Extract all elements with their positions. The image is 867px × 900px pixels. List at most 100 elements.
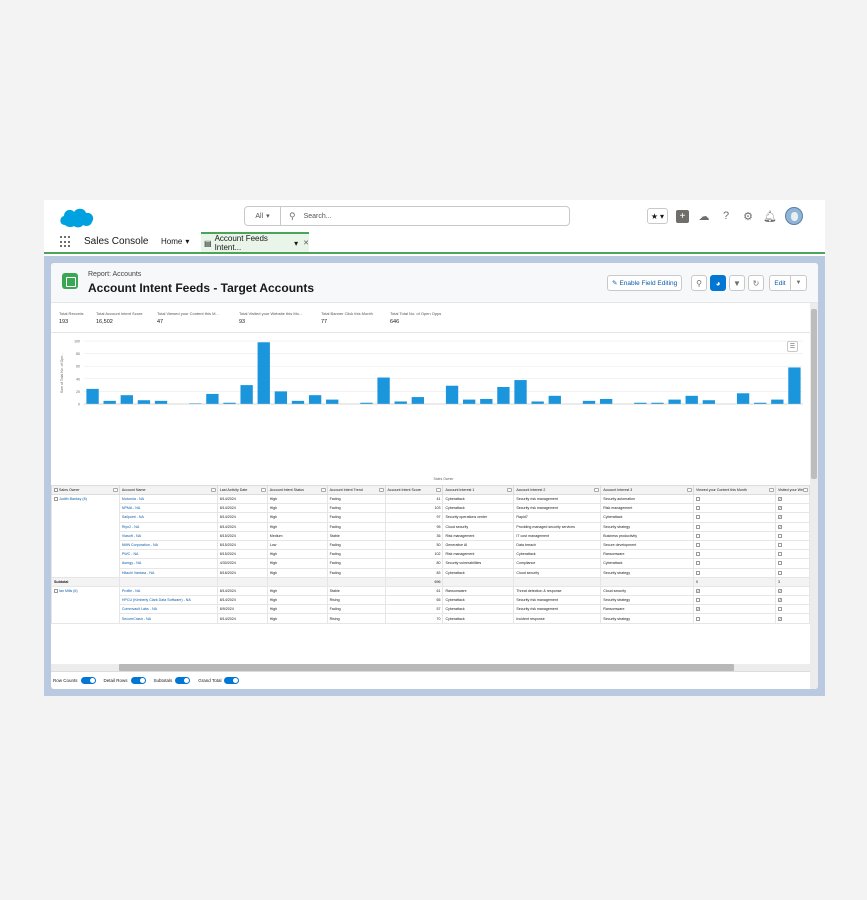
app-launcher-icon[interactable] <box>60 236 72 248</box>
toggle-switch[interactable] <box>130 677 146 684</box>
checkbox[interactable]: ✓ <box>777 506 782 511</box>
chart-toggle-button[interactable]: ◕ <box>710 275 726 291</box>
edit-menu-button[interactable]: ▼ <box>791 275 807 291</box>
account-name-link[interactable]: Sailpoint - NA <box>118 512 218 523</box>
row-checkbox[interactable] <box>54 497 58 502</box>
column-header[interactable]: Last Activity Date <box>216 485 268 495</box>
column-header[interactable]: Account Intent Score <box>384 485 444 495</box>
account-name-link[interactable]: Profile - NA <box>118 585 218 597</box>
checkbox[interactable] <box>777 561 782 566</box>
column-menu-icon[interactable] <box>260 488 266 492</box>
account-name-link[interactable]: Rlyn2 - NA <box>118 521 218 532</box>
vertical-scrollbar-thumb[interactable] <box>811 309 817 479</box>
subtotals-toggle[interactable]: Subtotals <box>154 677 191 684</box>
filter-button[interactable]: ▼ <box>729 275 745 291</box>
checkbox[interactable]: ✓ <box>777 616 782 621</box>
checkbox[interactable]: ✓ <box>777 524 782 529</box>
checkbox[interactable]: ✓ <box>777 588 782 593</box>
refresh-button[interactable]: ↻ <box>748 275 764 291</box>
enable-field-editing-button[interactable]: ✎ Enable Field Editing <box>607 275 683 291</box>
checkbox[interactable] <box>696 598 701 603</box>
add-icon[interactable]: + <box>676 209 689 223</box>
account-name-link[interactable]: Hitachi Vantara - NA <box>118 567 218 578</box>
search-report-button[interactable]: ⚲ <box>691 275 707 291</box>
vertical-scrollbar[interactable] <box>810 303 818 689</box>
checkbox[interactable] <box>696 561 701 566</box>
close-icon[interactable]: ✕ <box>303 239 309 247</box>
salesforce-logo[interactable] <box>58 205 96 229</box>
checkbox[interactable] <box>696 543 701 548</box>
grand-total-toggle[interactable]: Grand Total <box>198 677 240 684</box>
user-avatar[interactable] <box>785 207 803 225</box>
edit-button[interactable]: Edit <box>769 275 791 291</box>
checkbox[interactable]: ✓ <box>777 497 782 502</box>
detail-rows-toggle[interactable]: Detail Rows <box>104 677 146 684</box>
column-header[interactable]: Visited your Web <box>774 485 810 495</box>
checkbox[interactable] <box>696 515 701 520</box>
checkbox[interactable]: ✓ <box>777 515 782 520</box>
account-name-link[interactable]: NPMA - NA <box>118 503 218 514</box>
checkbox[interactable] <box>696 570 701 575</box>
column-header[interactable]: Account Name <box>118 485 218 495</box>
chart-menu-button[interactable]: ☰ <box>787 341 798 352</box>
sales-owner-link[interactable]: Ian Mills (6) <box>59 589 78 593</box>
checkbox[interactable]: ✓ <box>696 607 701 612</box>
help-icon[interactable]: ? <box>719 210 733 222</box>
select-all-checkbox[interactable] <box>54 488 58 493</box>
account-name-link[interactable]: NMN Corporation - NA <box>118 539 218 551</box>
checkbox[interactable] <box>696 524 701 529</box>
checkbox[interactable]: ✓ <box>777 598 782 603</box>
column-menu-icon[interactable] <box>436 488 442 492</box>
checkbox[interactable] <box>777 533 782 538</box>
checkbox[interactable] <box>696 497 701 502</box>
search-input[interactable]: Search... <box>304 213 332 220</box>
checkbox[interactable] <box>777 543 782 548</box>
trailhead-icon[interactable]: ☁ <box>697 210 711 223</box>
toggle-switch[interactable] <box>80 677 96 684</box>
column-header[interactable]: Account Interest 3 <box>600 485 695 495</box>
account-name-link[interactable]: HPCU (Kimberly Clark Data Software) - NA <box>118 595 218 606</box>
notification-bell-icon[interactable]: 🔔︎ <box>763 210 777 223</box>
column-menu-icon[interactable] <box>210 488 216 492</box>
checkbox[interactable] <box>696 506 701 511</box>
checkbox[interactable] <box>696 533 701 538</box>
column-menu-icon[interactable] <box>803 488 808 492</box>
setup-gear-icon[interactable]: ⚙ <box>741 210 755 223</box>
account-name-link[interactable]: Motorola - NA <box>118 493 218 505</box>
column-menu-icon[interactable] <box>507 488 513 492</box>
column-menu-icon[interactable] <box>768 488 774 492</box>
account-name-link[interactable]: Viasoft - NA <box>118 530 218 541</box>
account-name-link[interactable]: SecureCrash - NA <box>118 613 218 624</box>
checkbox[interactable]: ✓ <box>696 588 701 593</box>
column-header[interactable]: Account Intent Status <box>266 485 328 495</box>
row-counts-toggle[interactable]: Row Counts <box>53 677 96 684</box>
column-menu-icon[interactable] <box>320 488 326 492</box>
column-menu-icon[interactable] <box>594 488 600 492</box>
favorites-button[interactable]: ★ ▾ <box>646 208 668 224</box>
checkbox[interactable] <box>696 616 701 621</box>
checkbox[interactable] <box>777 607 782 612</box>
search-scope-select[interactable]: All ▾ <box>245 207 281 225</box>
checkbox[interactable] <box>696 552 701 557</box>
account-name-link[interactable]: PWC - NA <box>118 549 218 560</box>
column-header[interactable]: Account Interest 2 <box>513 485 602 495</box>
account-name-link[interactable]: Commvault Labs - NA <box>118 604 218 615</box>
column-header[interactable]: Viewed your Content this Month <box>693 485 776 495</box>
horizontal-scrollbar[interactable] <box>119 664 734 671</box>
column-menu-icon[interactable] <box>687 488 693 492</box>
sales-owner-link[interactable]: Judith Banksy (8) <box>59 497 87 501</box>
nav-home-tab[interactable]: Home ▾ <box>161 237 189 246</box>
row-checkbox[interactable] <box>54 588 58 593</box>
column-header[interactable]: Account Intent Trend <box>326 485 386 495</box>
column-menu-icon[interactable] <box>378 488 384 492</box>
checkbox[interactable] <box>777 570 782 575</box>
column-menu-icon[interactable] <box>112 488 118 492</box>
workspace-tab-report[interactable]: ▤ Account Feeds Intent... ▾ ✕ <box>201 232 309 252</box>
toggle-switch[interactable] <box>175 677 191 684</box>
column-header[interactable]: Sales Owner <box>51 485 120 495</box>
checkbox[interactable] <box>777 552 782 557</box>
column-header[interactable]: Account Interest 1 <box>442 485 515 495</box>
toggle-switch[interactable] <box>224 677 240 684</box>
chevron-down-icon[interactable]: ▾ <box>294 239 298 248</box>
account-name-link[interactable]: Asergy - NA <box>118 558 218 569</box>
